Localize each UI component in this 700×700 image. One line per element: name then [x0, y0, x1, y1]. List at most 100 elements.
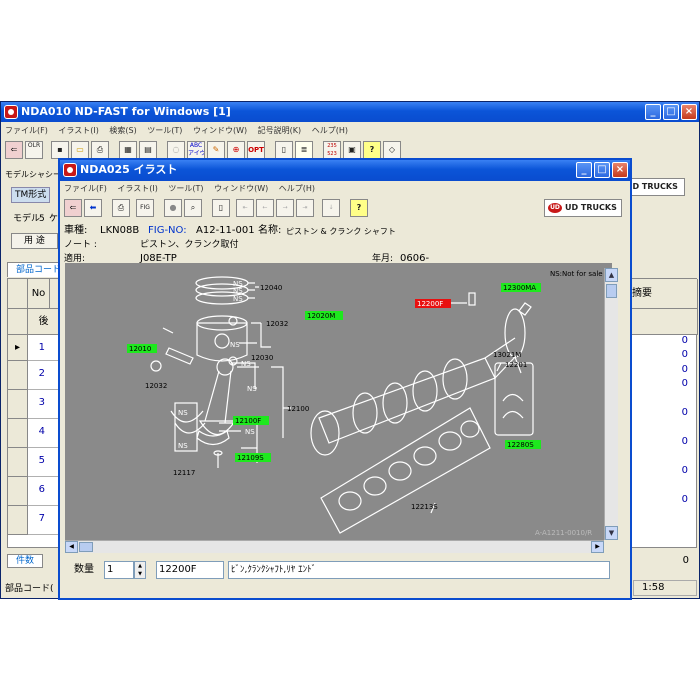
scroll-thumb[interactable]: [606, 284, 617, 298]
menu-window[interactable]: ウィンドウ(W): [193, 126, 247, 135]
next-fig-icon[interactable]: ⇥: [296, 199, 314, 217]
horizontal-scrollbar[interactable]: ◀ ▶: [65, 540, 604, 553]
row-selector[interactable]: [8, 506, 28, 535]
col-no-header[interactable]: No: [28, 279, 50, 309]
sub-close-button[interactable]: ×: [612, 162, 628, 178]
part-label-12032[interactable]: 12032: [266, 320, 288, 328]
row-number[interactable]: 2: [28, 361, 60, 390]
row-selector[interactable]: [8, 419, 28, 448]
row-number[interactable]: 1: [28, 335, 60, 361]
row-number[interactable]: 3: [28, 390, 60, 419]
row-number[interactable]: 6: [28, 477, 60, 506]
save-icon[interactable]: ▪: [51, 141, 69, 159]
part-label-12032-b[interactable]: 12032: [145, 382, 167, 390]
abc-kana-button[interactable]: ABC アイウ: [187, 141, 205, 159]
sub-menu-tools[interactable]: ツール(T): [168, 184, 203, 193]
book-icon[interactable]: ▯: [212, 199, 230, 217]
row-selector[interactable]: [8, 390, 28, 419]
scroll-up-icon[interactable]: ▲: [605, 268, 618, 282]
print-icon[interactable]: ⎙: [112, 199, 130, 217]
part-label-13021m[interactable]: 13021M: [493, 351, 521, 359]
qty-field[interactable]: 1: [104, 561, 134, 579]
part-label-12040[interactable]: 12040: [260, 284, 282, 292]
part-label-12201[interactable]: 12201: [505, 361, 527, 369]
prev-fig-icon[interactable]: ⇤: [236, 199, 254, 217]
magnifier-icon[interactable]: ⌕: [184, 199, 202, 217]
sub-menu-help[interactable]: ヘルプ(H): [279, 184, 315, 193]
help-icon[interactable]: ?: [350, 199, 368, 217]
desc-value[interactable]: 0: [636, 465, 688, 494]
row-selector-arrow[interactable]: ▸: [8, 335, 28, 361]
part-label-12024[interactable]: 12010: [129, 345, 151, 353]
part-name-field[interactable]: ﾋﾞﾝ,ｸﾗﾝｸｼｬﾌﾄ,ﾘﾔ ｴﾝﾄﾞ: [228, 561, 610, 579]
sub-menu-file[interactable]: ファイル(F): [64, 184, 107, 193]
list-icon[interactable]: ▤: [139, 141, 157, 159]
part-code-field[interactable]: 12200F: [156, 561, 224, 579]
grid-icon[interactable]: ▦: [119, 141, 137, 159]
fig-icon[interactable]: FIG: [136, 199, 154, 217]
part-label-12117[interactable]: 12117: [173, 469, 195, 477]
menu-tools[interactable]: ツール(T): [147, 126, 182, 135]
help-icon[interactable]: ?: [363, 141, 381, 159]
row-selector[interactable]: [8, 361, 28, 390]
fig-down-icon[interactable]: ↓: [322, 199, 340, 217]
minimize-button[interactable]: _: [645, 104, 661, 120]
close-button[interactable]: ×: [681, 104, 697, 120]
scroll-right-icon[interactable]: ▶: [591, 541, 604, 553]
opt-button[interactable]: OPT: [247, 141, 265, 159]
part-label-12280s[interactable]: 12280S: [507, 441, 534, 449]
col-desc-header[interactable]: 摘要: [628, 279, 698, 309]
desc-value[interactable]: 0: [636, 349, 688, 364]
eraser-icon[interactable]: ◇: [383, 141, 401, 159]
circle-icon[interactable]: ●: [164, 199, 182, 217]
hscroll-thumb[interactable]: [79, 542, 93, 552]
sub-menu-window[interactable]: ウィンドウ(W): [214, 184, 268, 193]
desc-value[interactable]: 0: [636, 494, 688, 523]
vertical-scrollbar[interactable]: ▲ ▼: [604, 268, 618, 540]
desc-value[interactable]: 0: [636, 378, 688, 407]
part-label-12109s[interactable]: 12109S: [237, 454, 264, 462]
part-label-12213s[interactable]: 12213S: [411, 503, 438, 511]
col-back-header[interactable]: 後: [28, 309, 60, 335]
sub-minimize-button[interactable]: _: [576, 162, 592, 178]
row-number[interactable]: 5: [28, 448, 60, 477]
menu-search[interactable]: 検索(S): [109, 126, 136, 135]
open-folder-icon[interactable]: ▭: [71, 141, 89, 159]
part-label-12200f[interactable]: 12200F: [417, 300, 443, 308]
next-illust-icon[interactable]: →: [276, 199, 294, 217]
part-label-12300ma[interactable]: 12300MA: [503, 284, 536, 292]
menu-help[interactable]: ヘルプ(H): [312, 126, 348, 135]
sub-menu-illust[interactable]: イラスト(I): [117, 184, 157, 193]
scroll-left-icon[interactable]: ◀: [65, 541, 78, 553]
book-icon[interactable]: ▯: [275, 141, 293, 159]
desc-value[interactable]: 0: [636, 436, 688, 465]
globe-icon[interactable]: ◌: [167, 141, 185, 159]
usage-label[interactable]: 用 途: [11, 233, 58, 249]
maximize-button[interactable]: □: [663, 104, 679, 120]
palette-icon[interactable]: ✎: [207, 141, 225, 159]
row-number[interactable]: 4: [28, 419, 60, 448]
olr-button[interactable]: OLR: [25, 141, 43, 159]
back-arrow-icon[interactable]: ⬅: [84, 199, 102, 217]
menu-illust[interactable]: イラスト(I): [58, 126, 98, 135]
desc-value[interactable]: 0: [636, 364, 688, 378]
sub-titlebar[interactable]: NDA025 イラスト _ □ ×: [60, 160, 630, 181]
notes-icon[interactable]: ≣: [295, 141, 313, 159]
part-label-12100[interactable]: 12100: [287, 405, 309, 413]
exit-icon[interactable]: ⇐: [5, 141, 23, 159]
sub-maximize-button[interactable]: □: [594, 162, 610, 178]
row-selector[interactable]: [8, 448, 28, 477]
number-button[interactable]: 235 523: [323, 141, 341, 159]
part-label-12100f[interactable]: 12100F: [235, 417, 261, 425]
exit-icon[interactable]: ⇐: [64, 199, 82, 217]
dial-icon[interactable]: ▣: [343, 141, 361, 159]
qty-stepper[interactable]: ▲ ▼: [134, 561, 146, 579]
part-label-12020m[interactable]: 12020M: [307, 312, 335, 320]
menu-symbols[interactable]: 記号説明(K): [258, 126, 302, 135]
part-label-12030[interactable]: 12030: [251, 354, 273, 362]
scroll-down-icon[interactable]: ▼: [605, 526, 618, 540]
parts-illustration[interactable]: NS:Not for sale NS NS NS 12040 12032 120…: [65, 263, 612, 540]
prev-illust-icon[interactable]: ←: [256, 199, 274, 217]
menu-file[interactable]: ファイル(F): [5, 126, 48, 135]
desc-value[interactable]: 0: [636, 335, 688, 349]
